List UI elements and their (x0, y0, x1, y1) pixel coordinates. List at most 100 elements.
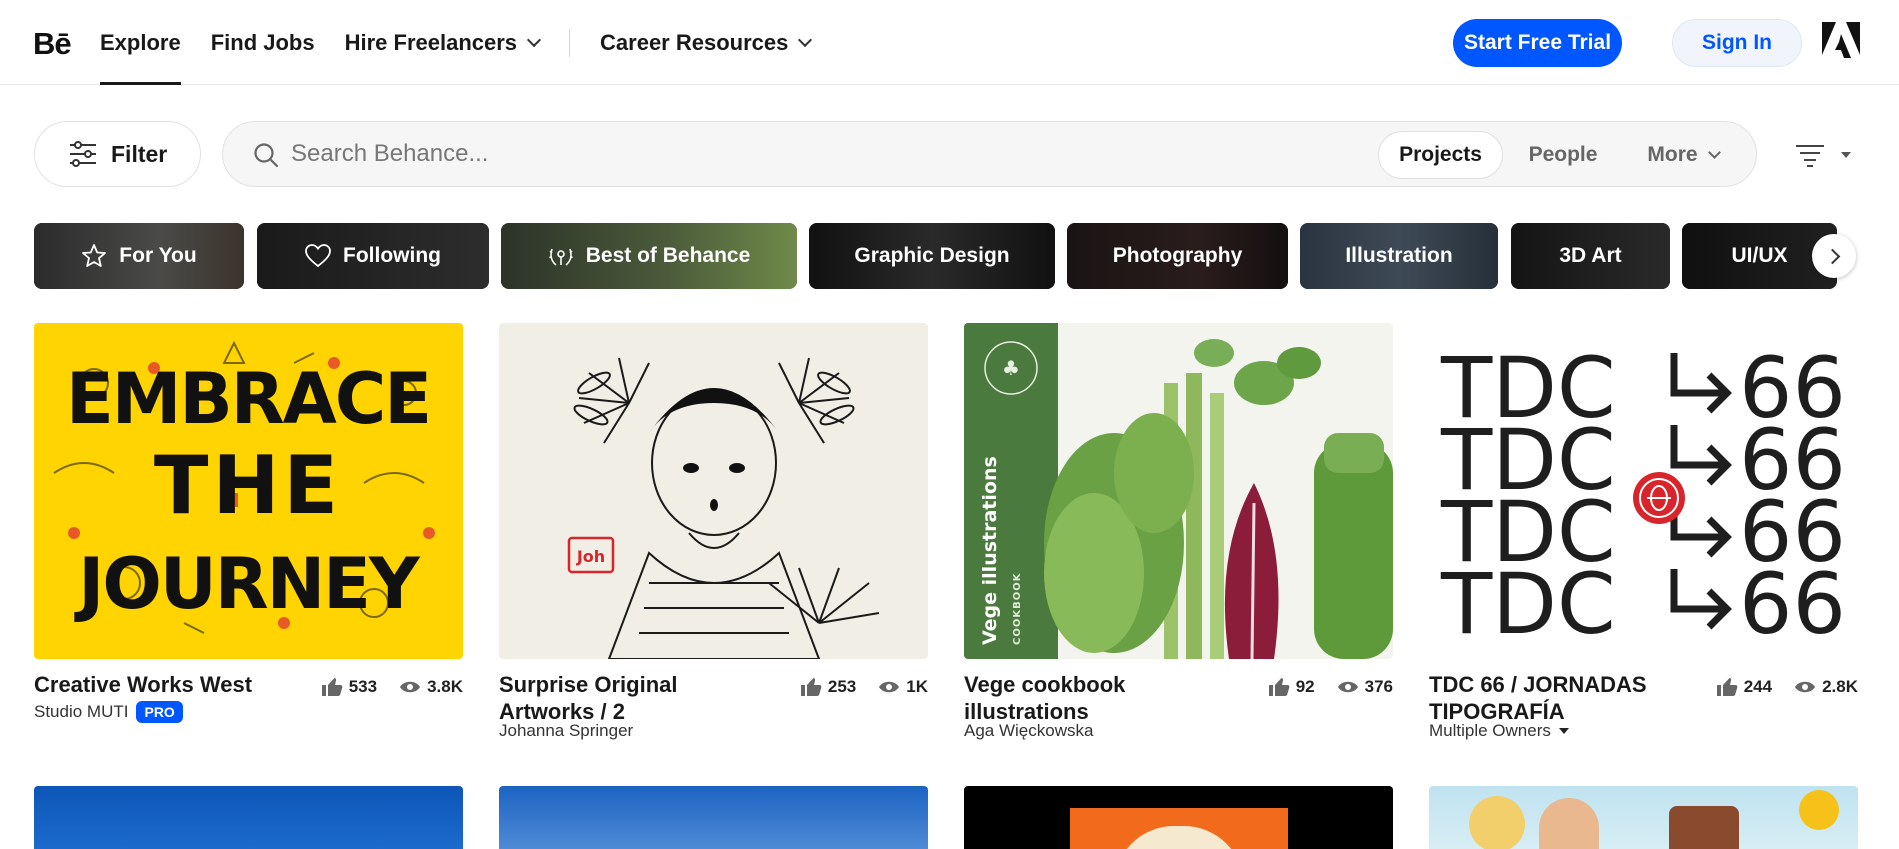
thumb-line-1: EMBRACE (66, 358, 430, 440)
laurel-icon (548, 248, 573, 266)
heart-outline-icon (305, 244, 331, 268)
project-title[interactable]: Vege cookbook illustrations (964, 671, 1234, 725)
project-title[interactable]: Creative Works West (34, 671, 304, 698)
project-meta: Vege cookbook illustrations Aga Więckows… (964, 659, 1393, 741)
thumb-vertical-title: Vege illustrations (979, 456, 1001, 645)
category-label: Illustration (1345, 244, 1453, 267)
segment-projects[interactable]: Projects (1378, 131, 1503, 179)
thumb-line-2: THE (154, 439, 342, 532)
adobe-logo-icon[interactable] (1822, 22, 1860, 58)
category-illustration[interactable]: Illustration (1300, 223, 1498, 289)
eye-icon (400, 681, 421, 693)
owner-name: Aga Więckowska (964, 721, 1094, 740)
project-card[interactable]: TDC TDC TDC TDC 66 66 66 66 TDC 66 / JOR… (1429, 323, 1858, 741)
view-count: 376 (1364, 677, 1393, 696)
project-thumbnail[interactable] (34, 786, 463, 849)
project-thumbnail[interactable]: Joh (499, 323, 928, 659)
segment-more-label: More (1647, 143, 1698, 166)
category-graphic-design[interactable]: Graphic Design (809, 223, 1055, 289)
project-artwork: ♣ Vege illustrations COOKBOOK (964, 323, 1393, 659)
tdc-row-4-text: TDC (1440, 555, 1616, 653)
start-free-trial-button[interactable]: Start Free Trial (1453, 19, 1622, 67)
nav-find-jobs[interactable]: Find Jobs (211, 0, 315, 85)
tdc-row-4-number: 66 (1739, 555, 1846, 653)
project-owner[interactable]: Johanna Springer (499, 721, 633, 741)
cow-shape (1669, 806, 1739, 849)
filter-button[interactable]: Filter (34, 121, 201, 187)
nav-explore-label: Explore (100, 29, 181, 55)
nav-hire-freelancers-label: Hire Freelancers (344, 29, 518, 55)
project-title[interactable]: TDC 66 / JORNADAS TIPOGRAFÍA (1429, 671, 1699, 725)
category-following[interactable]: Following (257, 223, 489, 289)
nav-career-resources-label: Career Resources (600, 29, 789, 55)
project-card[interactable]: Joh Surprise Original Artworks / 2 Johan… (499, 323, 928, 741)
nav-explore[interactable]: Explore (100, 0, 181, 85)
behance-logo[interactable]: Bē (33, 26, 72, 62)
project-artwork: Joh (499, 323, 928, 659)
eye-icon (1795, 681, 1816, 693)
segment-people[interactable]: People (1518, 131, 1608, 179)
owner-name: Multiple Owners (1429, 721, 1551, 740)
view-count: 2.8K (1822, 677, 1858, 696)
project-owner[interactable]: Multiple Owners (1429, 721, 1569, 741)
segment-more[interactable]: More (1628, 131, 1738, 179)
project-thumbnail[interactable]: TDC TDC TDC TDC 66 66 66 66 (1429, 323, 1858, 659)
thumbs-up-icon (800, 678, 822, 696)
filter-label: Filter (111, 140, 168, 167)
thumb-line-3: JOURNEY (74, 543, 421, 625)
club-icon: ♣ (1002, 356, 1020, 380)
nav-career-resources[interactable]: Career Resources (600, 0, 813, 85)
caret-down-icon (1841, 152, 1851, 158)
segment-projects-label: Projects (1399, 143, 1482, 166)
project-meta: Surprise Original Artworks / 2 Johanna S… (499, 659, 928, 741)
project-stats: 533 3.8K (321, 677, 463, 697)
project-meta: Creative Works West Studio MUTI PRO 533 … (34, 659, 463, 739)
project-card[interactable]: EMBRACE THE JOURNEY Creative Works West … (34, 323, 463, 739)
search-icon (254, 143, 279, 168)
project-card[interactable]: ♣ Vege illustrations COOKBOOK Vege cookb… (964, 323, 1393, 741)
project-stats: 244 2.8K (1716, 677, 1858, 697)
project-thumbnail[interactable]: EMBRACE THE JOURNEY (34, 323, 463, 659)
category-label: UI/UX (1731, 244, 1788, 267)
category-label: Photography (1112, 244, 1243, 267)
project-stats: 253 1K (800, 677, 928, 697)
view-count: 1K (906, 677, 928, 696)
chevron-down-icon (1707, 145, 1721, 159)
category-label: Graphic Design (854, 244, 1010, 267)
eye-icon (879, 681, 900, 693)
category-best-of-behance[interactable]: Best of Behance (501, 223, 797, 289)
star-outline-icon (82, 244, 107, 267)
category-label: For You (119, 244, 197, 267)
project-thumbnail[interactable] (1429, 786, 1858, 849)
project-title[interactable]: Surprise Original Artworks / 2 (499, 671, 769, 725)
owner-name: Studio MUTI (34, 702, 129, 721)
sign-in-button[interactable]: Sign In (1672, 19, 1802, 67)
nav-hire-freelancers[interactable]: Hire Freelancers (344, 0, 542, 85)
thumbs-up-icon (1268, 678, 1290, 696)
project-thumbnail[interactable] (499, 786, 928, 849)
owner-name: Johanna Springer (499, 721, 634, 740)
project-owner[interactable]: Studio MUTI PRO (34, 701, 183, 723)
sort-button[interactable] (1795, 140, 1865, 170)
project-stats: 92 376 (1268, 677, 1393, 697)
project-thumbnail[interactable] (964, 786, 1393, 849)
category-photography[interactable]: Photography (1067, 223, 1288, 289)
category-label: Best of Behance (585, 244, 751, 267)
segment-people-label: People (1528, 143, 1598, 166)
thumbs-up-icon (321, 678, 343, 696)
chevron-down-icon (798, 32, 813, 47)
category-3d-art[interactable]: 3D Art (1511, 223, 1670, 289)
search-input[interactable] (291, 133, 1191, 175)
search-bar: Projects People More (222, 121, 1757, 187)
project-owner[interactable]: Aga Więckowska (964, 721, 1093, 741)
eye-icon (1337, 681, 1358, 693)
category-for-you[interactable]: For You (34, 223, 244, 289)
like-count: 92 (1295, 677, 1315, 696)
top-header: Bē Explore Find Jobs Hire Freelancers Ca… (0, 0, 1899, 85)
nav-find-jobs-label: Find Jobs (210, 29, 315, 55)
category-next-button[interactable] (1812, 234, 1856, 278)
nav-divider (569, 28, 571, 57)
category-label: 3D Art (1559, 244, 1622, 267)
project-thumbnail[interactable]: ♣ Vege illustrations COOKBOOK (964, 323, 1393, 659)
thumb-vertical-subtitle: COOKBOOK (1012, 572, 1023, 645)
